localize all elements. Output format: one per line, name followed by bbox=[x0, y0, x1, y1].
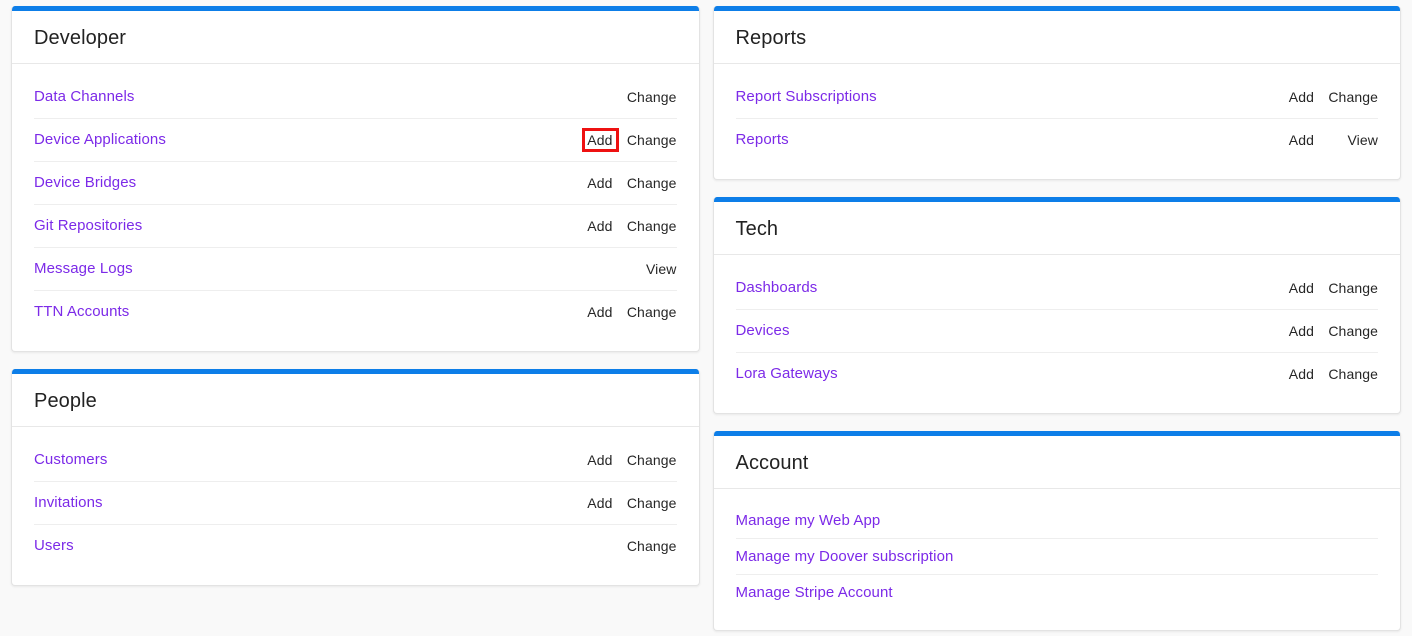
add-link[interactable]: Add bbox=[1266, 132, 1322, 148]
admin-dashboard: Developer Data Channels Add Change Devic… bbox=[0, 0, 1412, 636]
add-link[interactable]: Add bbox=[1266, 366, 1322, 382]
change-link[interactable]: Change bbox=[621, 538, 677, 554]
row-actions: Add View bbox=[1266, 132, 1378, 148]
model-link-message-logs[interactable]: Message Logs bbox=[34, 260, 133, 278]
add-link-device-applications[interactable]: Add bbox=[565, 132, 621, 148]
add-link[interactable]: Add bbox=[565, 452, 621, 468]
change-link[interactable]: Change bbox=[621, 132, 677, 148]
card-title: Account bbox=[735, 452, 809, 474]
table-row: Reports Add View bbox=[736, 119, 1379, 161]
card-body-tech: Dashboards Add Change Devices Add Change… bbox=[714, 255, 1401, 413]
model-link-reports[interactable]: Reports bbox=[736, 131, 789, 149]
change-link[interactable]: Change bbox=[1322, 323, 1378, 339]
account-link-manage-stripe-account[interactable]: Manage Stripe Account bbox=[736, 584, 893, 602]
table-row: Dashboards Add Change bbox=[735, 267, 1378, 310]
card-developer: Developer Data Channels Add Change Devic… bbox=[11, 6, 700, 352]
card-body-account: Manage my Web App Manage my Doover subsc… bbox=[714, 489, 1401, 630]
change-link[interactable]: Change bbox=[1322, 89, 1378, 105]
row-actions: Add View bbox=[565, 261, 677, 277]
table-row: Users Add Change bbox=[34, 525, 677, 567]
add-link[interactable]: Add bbox=[565, 304, 621, 320]
row-actions: Add Change bbox=[565, 495, 677, 511]
model-link-users[interactable]: Users bbox=[34, 537, 74, 555]
left-column: Developer Data Channels Add Change Devic… bbox=[11, 6, 700, 586]
table-row: TTN Accounts Add Change bbox=[34, 291, 677, 333]
card-account: Account Manage my Web App Manage my Doov… bbox=[712, 431, 1401, 631]
model-link-report-subscriptions[interactable]: Report Subscriptions bbox=[736, 88, 877, 106]
table-row: Invitations Add Change bbox=[34, 482, 677, 525]
model-link-ttn-accounts[interactable]: TTN Accounts bbox=[34, 303, 129, 321]
right-column: Reports Report Subscriptions Add Change … bbox=[712, 6, 1401, 631]
table-row: Message Logs Add View bbox=[34, 248, 677, 291]
row-actions: Add Change bbox=[565, 132, 677, 148]
model-link-git-repositories[interactable]: Git Repositories bbox=[34, 217, 142, 235]
row-actions: Add Change bbox=[1266, 366, 1378, 382]
card-header-reports: Reports bbox=[713, 11, 1400, 64]
row-actions: Add Change bbox=[1266, 89, 1378, 105]
model-link-data-channels[interactable]: Data Channels bbox=[34, 88, 135, 106]
card-people: People Customers Add Change Invitations … bbox=[11, 369, 700, 586]
row-actions: Add Change bbox=[565, 452, 677, 468]
view-link[interactable]: View bbox=[621, 261, 677, 277]
model-link-invitations[interactable]: Invitations bbox=[34, 494, 103, 512]
account-link-manage-web-app[interactable]: Manage my Web App bbox=[736, 512, 881, 530]
row-actions: Add Change bbox=[565, 538, 677, 554]
view-link[interactable]: View bbox=[1322, 132, 1378, 148]
table-row: Manage my Doover subscription bbox=[735, 539, 1378, 575]
card-body-reports: Report Subscriptions Add Change Reports … bbox=[714, 64, 1401, 179]
add-link[interactable]: Add bbox=[1266, 280, 1322, 296]
model-link-lora-gateways[interactable]: Lora Gateways bbox=[736, 365, 838, 383]
row-actions: Add Change bbox=[565, 218, 677, 234]
account-link-manage-doover-subscription[interactable]: Manage my Doover subscription bbox=[736, 548, 954, 566]
table-row: Report Subscriptions Add Change bbox=[735, 76, 1378, 119]
card-header-developer: Developer bbox=[12, 11, 699, 64]
change-link[interactable]: Change bbox=[621, 89, 677, 105]
card-title: Tech bbox=[735, 218, 779, 240]
card-title: Developer bbox=[34, 27, 127, 49]
model-link-devices[interactable]: Devices bbox=[736, 322, 790, 340]
change-link[interactable]: Change bbox=[621, 452, 677, 468]
row-actions: Add Change bbox=[1266, 323, 1378, 339]
card-header-tech: Tech bbox=[713, 202, 1400, 255]
change-link[interactable]: Change bbox=[1322, 366, 1378, 382]
add-link[interactable]: Add bbox=[565, 495, 621, 511]
card-header-people: People bbox=[12, 374, 699, 427]
table-row: Device Applications Add Change bbox=[34, 119, 677, 162]
table-row: Customers Add Change bbox=[34, 439, 677, 482]
table-row: Manage my Web App bbox=[735, 503, 1378, 539]
change-link[interactable]: Change bbox=[621, 495, 677, 511]
table-row: Lora Gateways Add Change bbox=[736, 353, 1379, 395]
card-title: Reports bbox=[735, 27, 807, 49]
change-link[interactable]: Change bbox=[621, 218, 677, 234]
row-actions: Add Change bbox=[565, 175, 677, 191]
add-link[interactable]: Add bbox=[565, 218, 621, 234]
change-link[interactable]: Change bbox=[621, 304, 677, 320]
card-body-people: Customers Add Change Invitations Add Cha… bbox=[12, 427, 699, 585]
change-link[interactable]: Change bbox=[621, 175, 677, 191]
model-link-customers[interactable]: Customers bbox=[34, 451, 107, 469]
card-tech: Tech Dashboards Add Change Devices Add C… bbox=[712, 197, 1401, 414]
add-link[interactable]: Add bbox=[565, 175, 621, 191]
card-reports: Reports Report Subscriptions Add Change … bbox=[712, 6, 1401, 180]
table-row: Manage Stripe Account bbox=[736, 575, 1379, 610]
table-row: Data Channels Add Change bbox=[34, 76, 677, 119]
add-link[interactable]: Add bbox=[1266, 323, 1322, 339]
model-link-device-bridges[interactable]: Device Bridges bbox=[34, 174, 136, 192]
card-title: People bbox=[34, 390, 97, 412]
row-actions: Add Change bbox=[565, 304, 677, 320]
model-link-dashboards[interactable]: Dashboards bbox=[736, 279, 818, 297]
table-row: Devices Add Change bbox=[735, 310, 1378, 353]
add-link[interactable]: Add bbox=[1266, 89, 1322, 105]
table-row: Git Repositories Add Change bbox=[34, 205, 677, 248]
row-actions: Add Change bbox=[1266, 280, 1378, 296]
change-link[interactable]: Change bbox=[1322, 280, 1378, 296]
table-row: Device Bridges Add Change bbox=[34, 162, 677, 205]
model-link-device-applications[interactable]: Device Applications bbox=[34, 131, 166, 149]
row-actions: Add Change bbox=[565, 89, 677, 105]
card-header-account: Account bbox=[713, 436, 1400, 489]
card-body-developer: Data Channels Add Change Device Applicat… bbox=[12, 64, 699, 351]
